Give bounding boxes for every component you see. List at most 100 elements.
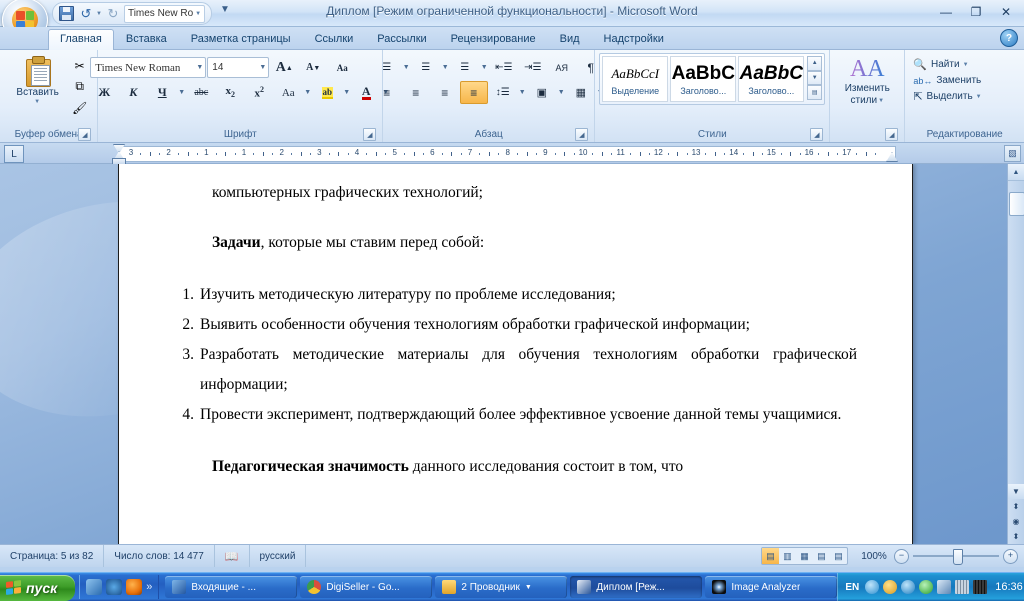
zoom-out-button[interactable]: − [894,549,909,564]
undo-button[interactable]: ↺ [77,5,95,23]
task-group-chevron-icon[interactable]: ▼ [525,584,532,591]
save-button[interactable] [57,5,75,23]
tab-stop-selector[interactable]: L [4,145,24,163]
view-outline-button[interactable]: ▤ [813,548,830,564]
view-ruler-toggle[interactable]: ▧ [1004,145,1021,162]
select-dropdown-icon[interactable]: ▼ [976,94,982,100]
copy-button[interactable]: ⧉ [69,77,91,96]
redo-button[interactable]: ↻ [104,5,122,23]
zoom-in-button[interactable]: + [1003,549,1018,564]
close-button[interactable]: ✕ [992,2,1020,21]
zoom-track[interactable] [913,555,999,557]
task-button[interactable]: DigiSeller - Go... [300,576,432,598]
select-browse-object-button[interactable]: ◉ [1008,514,1024,529]
tab-home[interactable]: Главная [48,29,114,50]
clipboard-dialog-launcher[interactable]: ◢ [78,128,91,141]
shrink-font-button[interactable]: A▼ [299,56,327,79]
styles-more-button[interactable]: ▤ [807,85,822,100]
chevron-down-icon[interactable]: ▼ [192,64,203,71]
italic-button[interactable]: К [119,81,147,104]
chevron-down-icon[interactable]: ▼ [878,98,884,104]
styles-scroll-down-button[interactable]: ▼ [807,71,822,86]
tab-insert[interactable]: Вставка [114,29,179,49]
horizontal-ruler[interactable]: 3211234567891011121314151617 [118,146,896,162]
increase-indent-button[interactable]: ⇥☰ [519,56,547,79]
customize-qat-button[interactable]: ▼ [220,4,230,15]
view-full-screen-reading-button[interactable]: ▥ [779,548,796,564]
line-spacing-dropdown-icon[interactable]: ▼ [518,89,527,96]
word-count-indicator[interactable]: Число слов: 14 477 [104,545,215,567]
task-button-active[interactable]: Диплом [Реж... [570,576,702,598]
undo-dropdown-icon[interactable]: ▼ [96,11,102,17]
start-button[interactable]: пуск [0,575,75,601]
task-button[interactable]: Входящие - ... [165,576,297,598]
media-player-icon[interactable] [106,579,122,595]
shading-button[interactable]: ▣ [528,81,556,104]
styles-scroll-up-button[interactable]: ▲ [807,56,822,71]
tray-network-icon[interactable] [937,580,951,594]
tray-monitor-icon[interactable] [955,580,969,594]
view-draft-button[interactable]: ▤ [830,548,847,564]
scroll-up-button[interactable]: ▲ [1008,164,1024,181]
task-button[interactable]: 2 Проводник ▼ [435,576,567,598]
tab-references[interactable]: Ссылки [303,29,366,49]
find-dropdown-icon[interactable]: ▼ [963,62,969,68]
bold-button[interactable]: Ж [90,81,118,104]
tray-arrow-icon[interactable] [865,580,879,594]
show-desktop-icon[interactable] [86,579,102,595]
sort-button[interactable]: АЯ [548,56,576,79]
numbering-button[interactable]: ☰ [412,56,440,79]
change-styles-dialog-launcher[interactable]: ◢ [885,128,898,141]
scrollbar-thumb[interactable] [1009,192,1024,216]
underline-button[interactable]: Ч [148,81,176,104]
page-indicator[interactable]: Страница: 5 из 82 [0,545,104,567]
change-case-dropdown-icon[interactable]: ▼ [303,89,312,96]
zoom-slider[interactable]: − + [894,549,1018,564]
tab-review[interactable]: Рецензирование [439,29,548,49]
view-web-layout-button[interactable]: ▦ [796,548,813,564]
chevron-down-icon[interactable]: ▼ [255,64,266,71]
tab-page-layout[interactable]: Разметка страницы [179,29,303,49]
zoom-level[interactable]: 100% [857,551,891,562]
zoom-handle[interactable] [953,549,963,565]
shading-dropdown-icon[interactable]: ▼ [557,89,566,96]
tray-shield-icon[interactable] [901,580,915,594]
style-item-emphasis[interactable]: AaBbCcI Выделение [602,56,668,102]
chevron-down-icon[interactable]: ▼ [195,11,201,17]
proofing-status[interactable]: 📖 [215,545,250,567]
bullets-dropdown-icon[interactable]: ▼ [402,64,411,71]
multilevel-list-button[interactable]: ☰ [451,56,479,79]
tab-mailings[interactable]: Рассылки [365,29,438,49]
document-text-area[interactable]: компьютерных графических технологий; Зад… [119,164,912,544]
paste-button[interactable]: Вставить ▼ [7,53,69,108]
tray-grid-icon[interactable] [973,580,987,594]
justify-button[interactable]: ≡ [460,81,488,104]
numbering-dropdown-icon[interactable]: ▼ [441,64,450,71]
taskbar-clock[interactable]: 16:36 [995,581,1023,593]
tray-antivirus-icon[interactable] [919,580,933,594]
tab-addins[interactable]: Надстройки [592,29,676,49]
font-name-combo[interactable]: Times New Roman ▼ [90,57,206,78]
align-left-button[interactable]: ≡ [373,81,401,104]
document-page[interactable]: компьютерных графических технологий; Зад… [118,164,913,544]
view-print-layout-button[interactable]: ▤ [762,548,779,564]
next-page-button[interactable]: ⬍ [1008,529,1024,544]
quick-launch-more-icon[interactable]: » [146,581,152,593]
language-bar-indicator[interactable]: EN [845,582,859,593]
grow-font-button[interactable]: A▲ [270,56,298,79]
replace-button[interactable]: ab↔ Заменить [909,73,985,88]
decrease-indent-button[interactable]: ⇤☰ [490,56,518,79]
style-item-heading2[interactable]: AaBbC Заголово... [738,56,804,102]
font-dialog-launcher[interactable]: ◢ [363,128,376,141]
align-center-button[interactable]: ≡ [402,81,430,104]
change-case-button[interactable]: Aa [274,81,302,104]
vertical-scrollbar[interactable]: ▲ ▼ ⬍ ◉ ⬍ [1007,164,1024,544]
language-indicator[interactable]: русский [250,545,307,567]
help-button[interactable]: ? [1000,29,1018,47]
previous-page-button[interactable]: ⬍ [1008,499,1024,514]
bullets-button[interactable]: ☰ [373,56,401,79]
tray-key-icon[interactable] [883,580,897,594]
align-right-button[interactable]: ≡ [431,81,459,104]
paragraph-dialog-launcher[interactable]: ◢ [575,128,588,141]
quick-font-combo[interactable]: Times New Ro ▼ [124,5,205,23]
